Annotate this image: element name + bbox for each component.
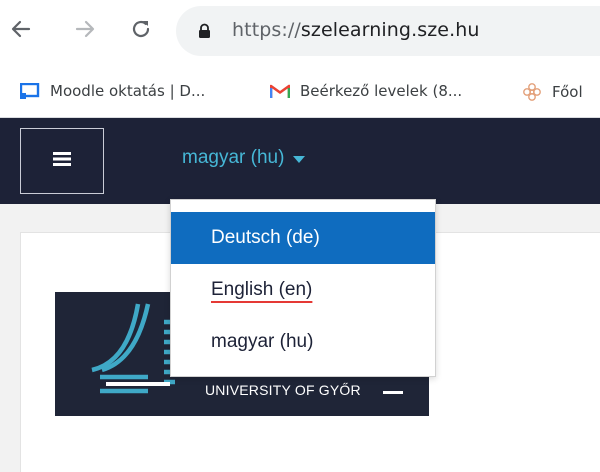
back-arrow-icon[interactable] bbox=[6, 14, 36, 44]
lock-icon[interactable] bbox=[198, 23, 211, 44]
browser-toolbar: https://szelearning.sze.hu bbox=[0, 0, 600, 68]
address-bar[interactable]: https://szelearning.sze.hu bbox=[176, 6, 600, 56]
bookmarks-bar: Moodle oktatás | D... Beérkező levelek (… bbox=[0, 68, 600, 118]
logo-dash bbox=[383, 391, 403, 394]
bookmark-fooldal[interactable]: Főol bbox=[522, 82, 583, 102]
url-host: szelearning.sze.hu bbox=[300, 19, 480, 41]
url-text[interactable]: https://szelearning.sze.hu bbox=[232, 19, 480, 41]
bookmark-label: Főol bbox=[552, 83, 583, 101]
language-toggle-label: magyar (hu) bbox=[182, 147, 285, 168]
language-option-english-label: English (en) bbox=[211, 279, 313, 300]
logo-subtitle: UNIVERSITY OF GYŐR bbox=[205, 382, 361, 398]
caret-down-icon bbox=[293, 155, 306, 163]
url-scheme: https:// bbox=[232, 19, 301, 41]
language-option-deutsch[interactable]: Deutsch (de) bbox=[171, 212, 435, 264]
hamburger-menu-button[interactable] bbox=[20, 128, 104, 194]
bookmark-gmail[interactable]: Beérkező levelek (8... bbox=[270, 82, 462, 100]
hamburger-icon bbox=[53, 151, 71, 172]
language-option-english[interactable]: English (en) bbox=[171, 264, 435, 316]
forward-arrow-icon[interactable] bbox=[70, 14, 100, 44]
moodle-icon bbox=[20, 83, 40, 99]
language-menu-toggle[interactable]: magyar (hu) bbox=[182, 147, 306, 169]
language-option-magyar[interactable]: magyar (hu) bbox=[171, 316, 435, 368]
reload-icon[interactable] bbox=[126, 14, 156, 44]
bookmark-moodle[interactable]: Moodle oktatás | D... bbox=[20, 82, 205, 100]
site-navbar: magyar (hu) bbox=[0, 118, 600, 204]
gmail-icon bbox=[270, 84, 290, 99]
bookmark-label: Beérkező levelek (8... bbox=[300, 82, 463, 100]
language-dropdown-menu: Deutsch (de) English (en) magyar (hu) bbox=[170, 199, 436, 377]
flower-icon bbox=[522, 82, 542, 102]
bookmark-label: Moodle oktatás | D... bbox=[50, 82, 206, 100]
